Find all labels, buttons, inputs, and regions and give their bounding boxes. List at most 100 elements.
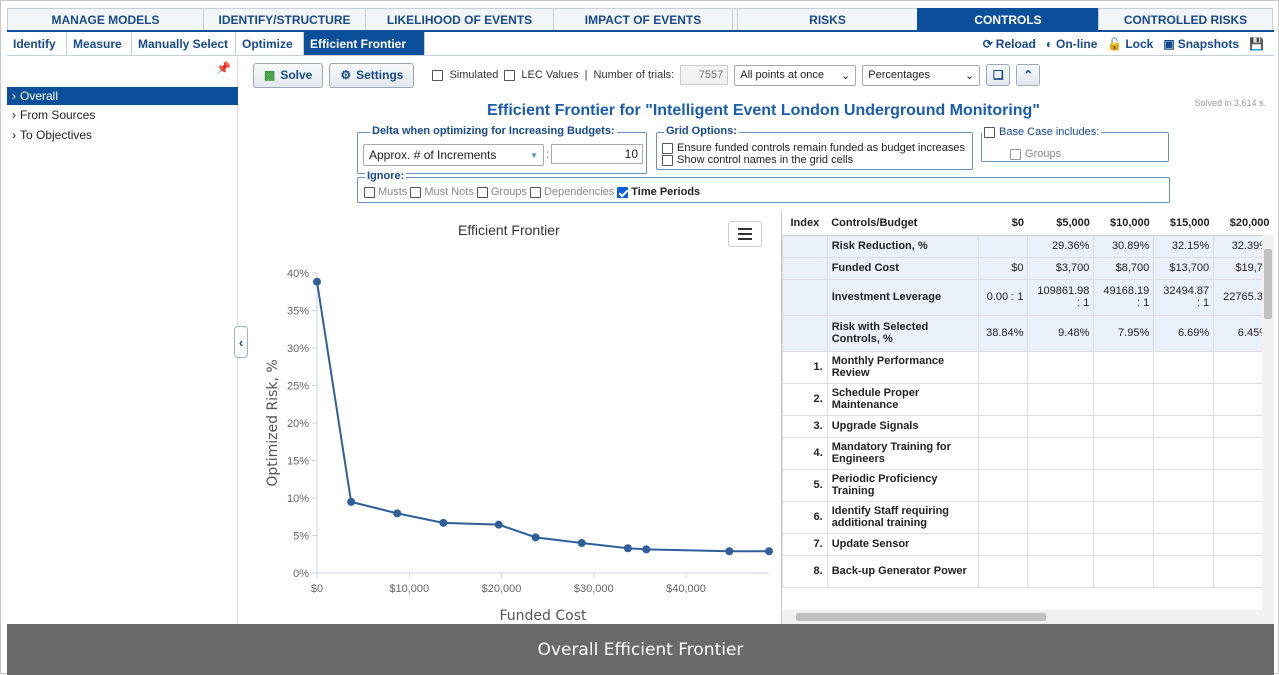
header-controls-budget[interactable]: Controls/Budget [827, 211, 979, 236]
tab-controls[interactable]: CONTROLS [917, 8, 1099, 30]
ignore-dependencies-checkbox[interactable] [529, 186, 541, 198]
trials-input[interactable]: 7557 [680, 65, 729, 85]
control-budget-cell[interactable] [1093, 350, 1155, 384]
camera-icon: ▣ [1163, 36, 1175, 51]
control-budget-cell[interactable] [977, 436, 1029, 470]
control-budget-cell[interactable] [977, 500, 1029, 534]
control-budget-cell[interactable] [1027, 436, 1095, 470]
base-case-checkbox[interactable] [984, 126, 995, 138]
control-budget-cell[interactable] [977, 382, 1029, 416]
lock-button[interactable]: 🔓 Lock [1107, 37, 1153, 51]
control-budget-cell[interactable] [1153, 532, 1215, 556]
control-budget-cell[interactable] [1093, 554, 1155, 588]
control-budget-cell[interactable] [977, 414, 1029, 438]
control-row[interactable]: 7. Update Sensor [782, 532, 1274, 556]
control-budget-cell[interactable] [1093, 468, 1155, 502]
control-budget-cell[interactable] [1093, 414, 1155, 438]
simulated-checkbox[interactable] [432, 69, 444, 81]
control-budget-cell[interactable] [1153, 554, 1215, 588]
header-budget-10000[interactable]: $10,000 [1093, 211, 1154, 236]
control-budget-cell[interactable] [1093, 532, 1155, 556]
control-budget-cell[interactable] [1027, 350, 1095, 384]
header-index[interactable]: Index [782, 211, 828, 236]
control-budget-cell[interactable] [1027, 500, 1095, 534]
ensure-funded-checkbox[interactable] [662, 142, 673, 154]
control-budget-cell[interactable] [1093, 436, 1155, 470]
control-budget-cell[interactable] [1027, 414, 1095, 438]
mode-select[interactable]: Percentages ⌄ [862, 64, 981, 86]
control-budget-cell[interactable] [1093, 382, 1155, 416]
control-budget-cell[interactable] [1027, 382, 1095, 416]
control-budget-cell[interactable] [1027, 532, 1095, 556]
copy-button[interactable]: ❏ [986, 64, 1011, 86]
scrollbar-thumb[interactable] [1264, 249, 1272, 319]
ignore-must-nots-checkbox[interactable] [410, 186, 422, 198]
tab-manage-models[interactable]: MANAGE MODELS [7, 8, 204, 30]
control-row[interactable]: 4. Mandatory Training for Engineers [782, 436, 1274, 470]
solve-button[interactable]: ▩ Solve [253, 62, 324, 88]
show-names-checkbox[interactable] [662, 154, 673, 166]
control-budget-cell[interactable] [1153, 436, 1215, 470]
subnav-identify[interactable]: Identify [7, 32, 67, 55]
control-row[interactable]: 8. Back-up Generator Power [782, 554, 1274, 588]
control-budget-cell[interactable] [1153, 468, 1215, 502]
grid-horizontal-scrollbar[interactable] [782, 610, 1274, 624]
ignore-musts-checkbox[interactable] [364, 186, 375, 198]
summary-index-cell [782, 234, 828, 258]
summary-value-cell: 109861.98 : 1 [1027, 278, 1095, 316]
pin-icon[interactable]: 📌 [216, 61, 231, 75]
ignore-groups-checkbox[interactable] [476, 186, 488, 198]
control-budget-cell[interactable] [1153, 350, 1215, 384]
collapse-panel-button[interactable]: ‹ [234, 326, 248, 358]
online-toggle[interactable]: ◐ On-line [1046, 37, 1098, 51]
tab-controlled-risks[interactable]: CONTROLLED RISKS [1098, 8, 1273, 30]
page-title: Efficient Frontier for "Intelligent Even… [487, 102, 1040, 119]
collapse-options-button[interactable]: ⌃ [1016, 64, 1041, 86]
control-budget-cell[interactable] [977, 468, 1029, 502]
base-case-groups-checkbox[interactable] [1010, 148, 1021, 160]
ignore-time-periods-checkbox[interactable] [617, 186, 629, 198]
control-budget-cell[interactable] [1153, 382, 1215, 416]
header-budget-5000[interactable]: $5,000 [1027, 211, 1094, 236]
control-row[interactable]: 1. Monthly Performance Review [782, 350, 1274, 384]
scrollbar-thumb[interactable] [796, 613, 1046, 621]
tree-item-label: To Objectives [20, 128, 93, 142]
subnav-manually-select[interactable]: Manually Select [132, 32, 236, 55]
delta-select[interactable]: Approx. # of Increments ▼ [363, 144, 544, 166]
grid-vertical-scrollbar[interactable] [1262, 235, 1274, 610]
subnav-optimize[interactable]: Optimize [236, 32, 304, 55]
control-budget-cell[interactable] [1153, 414, 1215, 438]
tree-item-from-sources[interactable]: › From Sources [7, 106, 238, 124]
settings-button[interactable]: ⚙ Settings [329, 62, 415, 88]
tab-impact-of-events[interactable]: IMPACT OF EVENTS [553, 8, 733, 30]
delta-value-input[interactable]: 10 [551, 144, 643, 164]
points-select[interactable]: All points at once ⌄ [734, 64, 857, 86]
control-row[interactable]: 6. Identify Staff requiring additional tr… [782, 500, 1274, 534]
lec-values-checkbox[interactable] [504, 69, 516, 81]
tree-item-to-objectives[interactable]: › To Objectives [7, 126, 238, 144]
snapshots-button[interactable]: ▣ Snapshots [1163, 37, 1239, 51]
save-button[interactable]: 💾 [1249, 38, 1264, 50]
header-budget-0[interactable]: $0 [978, 211, 1028, 236]
header-budget-15000[interactable]: $15,000 [1153, 211, 1214, 236]
control-budget-cell[interactable] [1027, 468, 1095, 502]
chart-menu-button[interactable] [728, 221, 762, 247]
tree-item-overall[interactable]: › Overall [7, 87, 238, 105]
header-budget-20000[interactable]: $20,000 [1213, 211, 1274, 236]
control-budget-cell[interactable] [977, 350, 1029, 384]
tab-risks[interactable]: RISKS [737, 8, 918, 30]
control-row[interactable]: 3. Upgrade Signals [782, 414, 1274, 438]
control-row[interactable]: 5. Periodic Proficiency Training [782, 468, 1274, 502]
control-budget-cell[interactable] [977, 532, 1029, 556]
control-row[interactable]: 2. Schedule Proper Maintenance [782, 382, 1274, 416]
control-budget-cell[interactable] [977, 554, 1029, 588]
chevron-right-icon: › [12, 108, 16, 122]
control-budget-cell[interactable] [1093, 500, 1155, 534]
control-budget-cell[interactable] [1027, 554, 1095, 588]
reload-button[interactable]: ⟳ Reload [983, 37, 1036, 51]
subnav-measure[interactable]: Measure [67, 32, 132, 55]
tab-identify-structure[interactable]: IDENTIFY/STRUCTURE [203, 8, 366, 30]
control-budget-cell[interactable] [1153, 500, 1215, 534]
tab-likelihood-of-events[interactable]: LIKELIHOOD OF EVENTS [365, 8, 554, 30]
subnav-efficient-frontier[interactable]: Efficient Frontier [304, 32, 425, 55]
